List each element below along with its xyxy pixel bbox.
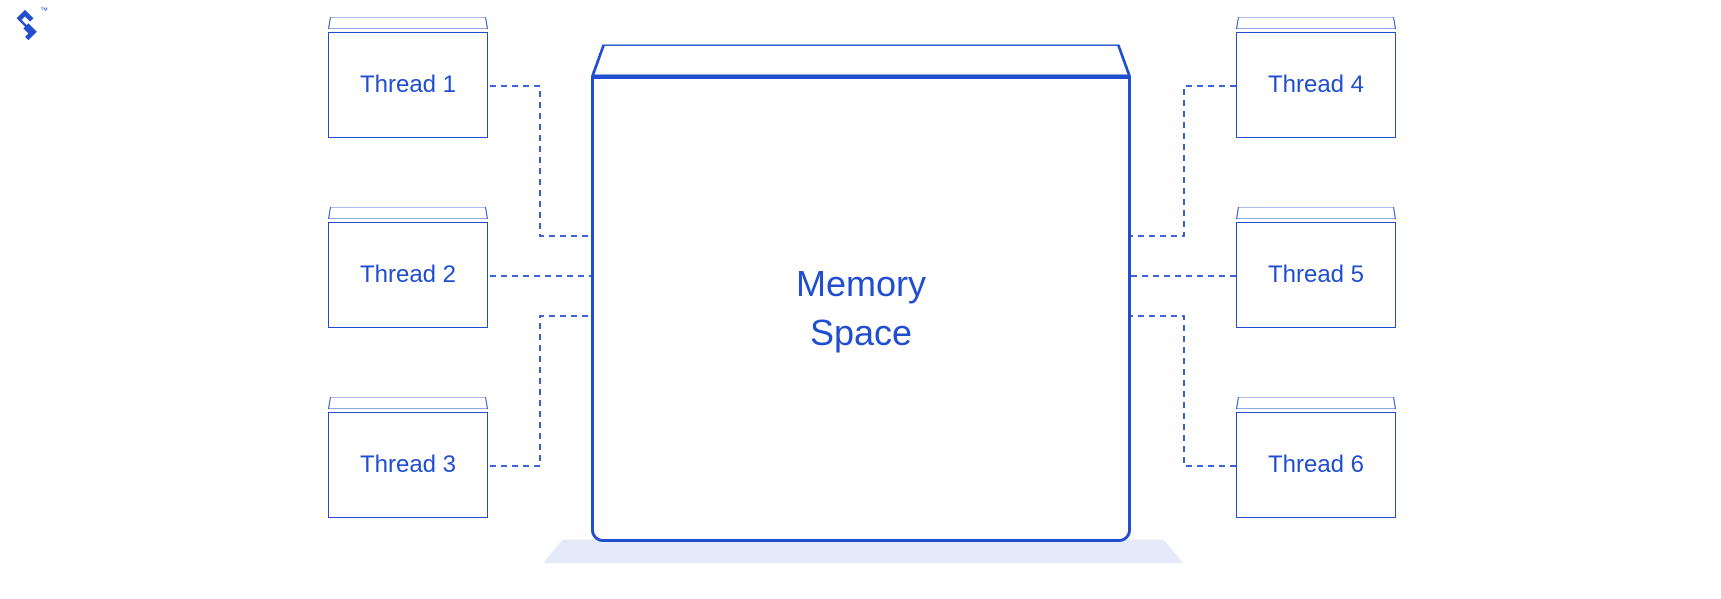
memory-space-box: Memory Space <box>591 0 1131 560</box>
memory-label: Memory Space <box>796 260 926 357</box>
memory-box-body: Memory Space <box>591 76 1131 542</box>
connector-thread-3 <box>490 316 591 466</box>
connector-thread-1 <box>490 86 591 236</box>
connector-thread-6 <box>1131 316 1236 466</box>
memory-label-line1: Memory <box>796 263 926 304</box>
memory-label-line2: Space <box>810 312 912 353</box>
memory-box-lid <box>591 45 1131 76</box>
connector-thread-4 <box>1131 86 1236 236</box>
threads-memory-diagram: Memory Space Thread 1 Thread 2 Thread 3 … <box>0 0 1721 599</box>
